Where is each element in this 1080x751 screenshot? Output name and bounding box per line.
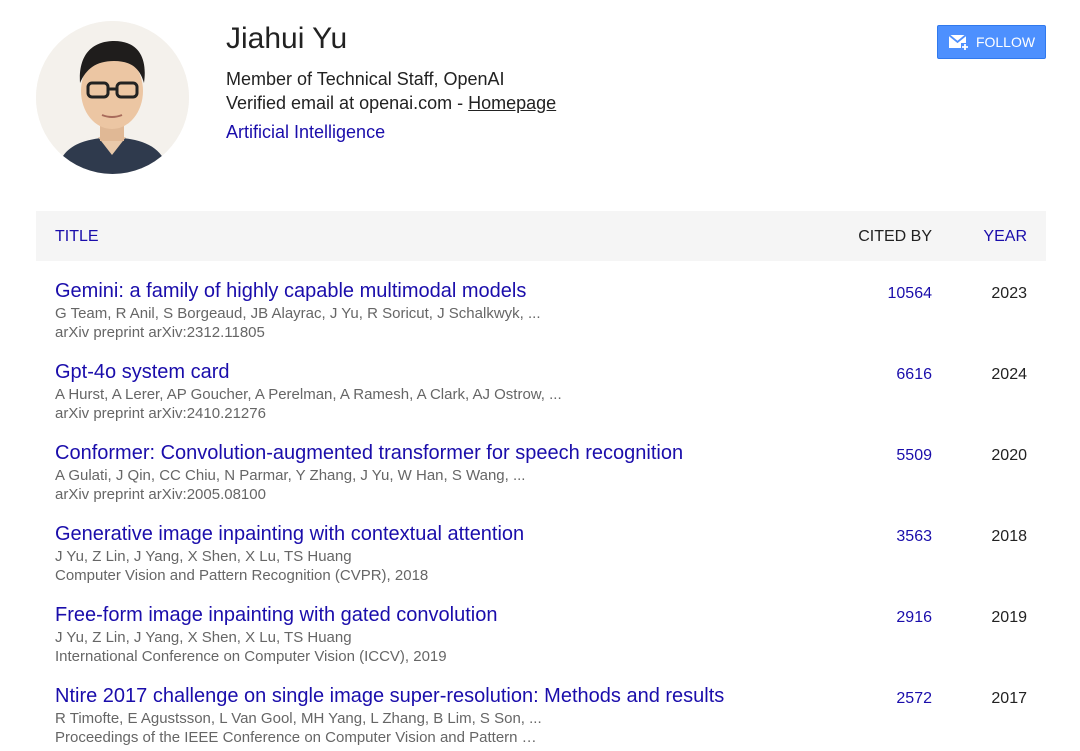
publication-title-link[interactable]: Conformer: Convolution-augmented transfo… <box>55 442 683 465</box>
publication-title-link[interactable]: Free-form image inpainting with gated co… <box>55 604 497 627</box>
citation-count-link[interactable]: 10564 <box>888 285 933 303</box>
publication-year: 2020 <box>991 447 1027 464</box>
citation-count-link[interactable]: 2916 <box>896 609 932 627</box>
publication-venue: Computer Vision and Pattern Recognition … <box>55 567 429 584</box>
publication-authors: A Hurst, A Lerer, AP Goucher, A Perelman… <box>55 386 562 403</box>
publication-year: 2019 <box>991 609 1027 626</box>
publication-title-link[interactable]: Gemini: a family of highly capable multi… <box>55 280 526 303</box>
publication-year: 2024 <box>991 366 1027 383</box>
publication-year: 2018 <box>991 528 1027 545</box>
follow-button[interactable]: FOLLOW <box>937 25 1046 59</box>
publication-year: 2017 <box>991 690 1027 707</box>
publication-title-link[interactable]: Ntire 2017 challenge on single image sup… <box>55 685 724 708</box>
publication-authors: J Yu, Z Lin, J Yang, X Shen, X Lu, TS Hu… <box>55 629 352 646</box>
citation-count-link[interactable]: 3563 <box>896 528 932 546</box>
publication-title-link[interactable]: Gpt-4o system card <box>55 361 230 384</box>
profile-affiliation: Member of Technical Staff, OpenAI <box>226 69 505 89</box>
publication-venue: arXiv preprint arXiv:2410.21276 <box>55 405 266 422</box>
sort-by-title[interactable]: TITLE <box>55 228 99 246</box>
sort-by-year[interactable]: YEAR <box>983 228 1027 246</box>
envelope-plus-icon <box>948 33 970 51</box>
publication-authors: R Timofte, E Agustsson, L Van Gool, MH Y… <box>55 710 542 727</box>
publications-list: Gemini: a family of highly capable multi… <box>36 261 1046 747</box>
publication-venue: arXiv preprint arXiv:2312.11805 <box>55 324 265 341</box>
publication-venue: Proceedings of the IEEE Conference on Co… <box>55 729 537 746</box>
citation-count-link[interactable]: 5509 <box>896 447 932 465</box>
citation-count-link[interactable]: 2572 <box>896 690 932 708</box>
profile-email-line: Verified email at openai.com - Homepage <box>226 93 556 114</box>
publication-venue: arXiv preprint arXiv:2005.08100 <box>55 486 266 503</box>
publication-row: Gemini: a family of highly capable multi… <box>36 261 1046 342</box>
homepage-link[interactable]: Homepage <box>468 93 556 113</box>
publication-authors: G Team, R Anil, S Borgeaud, JB Alayrac, … <box>55 305 541 322</box>
profile-photo <box>36 21 189 174</box>
verified-email-text: Verified email at openai.com - <box>226 93 469 113</box>
publication-row: Conformer: Convolution-augmented transfo… <box>36 423 1046 504</box>
publication-title-link[interactable]: Generative image inpainting with context… <box>55 523 524 546</box>
research-interest-link[interactable]: Artificial Intelligence <box>226 122 385 143</box>
publication-year: 2023 <box>991 285 1027 302</box>
publication-row: Gpt-4o system card A Hurst, A Lerer, AP … <box>36 342 1046 423</box>
profile-name: Jiahui Yu <box>226 22 348 55</box>
publication-row: Generative image inpainting with context… <box>36 504 1046 585</box>
citation-count-link[interactable]: 6616 <box>896 366 932 384</box>
publication-row: Ntire 2017 challenge on single image sup… <box>36 666 1046 747</box>
follow-label: FOLLOW <box>975 34 1036 50</box>
cited-by-header: CITED BY <box>858 228 932 245</box>
publication-venue: International Conference on Computer Vis… <box>55 648 447 665</box>
publication-authors: A Gulati, J Qin, CC Chiu, N Parmar, Y Zh… <box>55 467 526 484</box>
publication-row: Free-form image inpainting with gated co… <box>36 585 1046 666</box>
publications-table-header: TITLE CITED BY YEAR <box>36 211 1046 261</box>
publication-authors: J Yu, Z Lin, J Yang, X Shen, X Lu, TS Hu… <box>55 548 352 565</box>
